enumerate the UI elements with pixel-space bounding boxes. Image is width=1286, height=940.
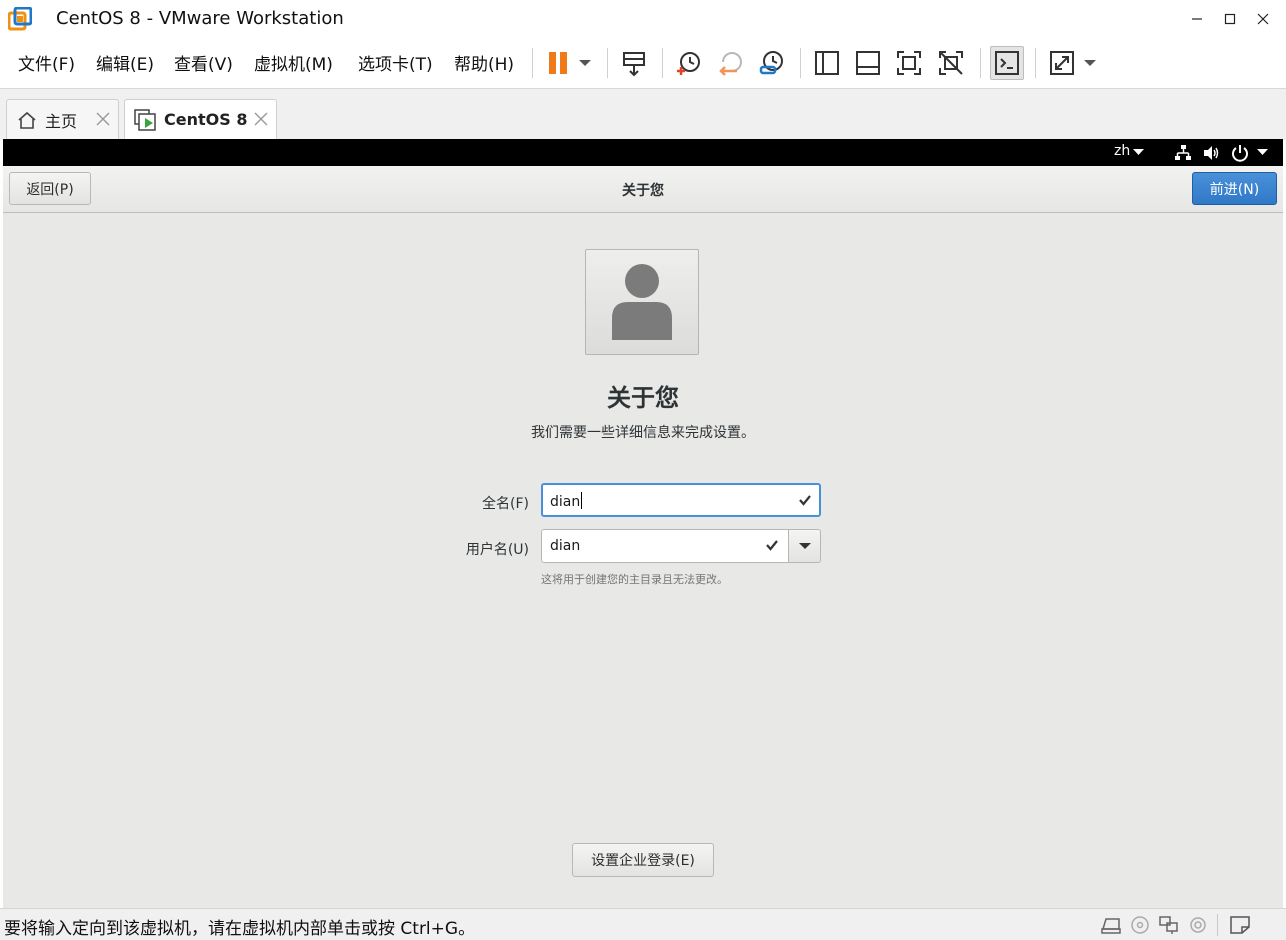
unity-icon (939, 51, 963, 75)
pause-dropdown-button[interactable] (570, 46, 600, 80)
main-toolbar: 文件(F) 编辑(E) 查看(V) 虚拟机(M) 选项卡(T) 帮助(H) (0, 38, 1286, 88)
menu-file[interactable]: 文件(F) (18, 50, 75, 75)
username-dropdown-button[interactable] (788, 529, 821, 563)
send-ctrl-alt-del-icon (623, 52, 645, 77)
checkmark-icon (799, 495, 811, 506)
menu-vm[interactable]: 虚拟机(M) (254, 50, 333, 75)
tab-home[interactable]: 主页 (6, 99, 119, 139)
snapshot-manager-button[interactable] (755, 46, 789, 80)
username-hint: 这将用于创建您的主目录且无法更改。 (541, 573, 728, 586)
status-bar: 要将输入定向到该虚拟机，请在虚拟机内部单击或按 Ctrl+G。 (0, 908, 1286, 940)
username-field[interactable]: dian (541, 529, 789, 563)
gnome-top-bar: zh (3, 139, 1283, 166)
console-view-icon (995, 51, 1019, 75)
close-icon (1257, 13, 1269, 25)
tab-strip: 主页 CentOS 8 (0, 88, 1286, 140)
power-icon[interactable] (1231, 144, 1249, 162)
pause-icon (549, 52, 567, 74)
menu-help[interactable]: 帮助(H) (454, 50, 514, 75)
notes-icon[interactable] (1229, 915, 1251, 935)
unity-button[interactable] (934, 46, 968, 80)
send-ctrl-alt-del-button[interactable] (617, 46, 651, 80)
setup-header-bar: 返回(P) 关于您 前进(N) (3, 166, 1283, 213)
dropdown-arrow-icon (579, 60, 591, 66)
minimize-icon (1192, 18, 1202, 20)
fullname-value: dian (550, 492, 583, 510)
fullname-field[interactable]: dian (541, 483, 821, 517)
snapshot-revert-icon (719, 52, 742, 76)
toolbar-separator (1035, 48, 1036, 78)
toolbar-separator (980, 48, 981, 78)
take-snapshot-button[interactable] (672, 46, 706, 80)
snapshot-manager-icon (759, 51, 783, 75)
network-icon[interactable] (1174, 144, 1192, 162)
sound-card-icon[interactable] (1187, 915, 1209, 935)
page-heading: 关于您 (607, 384, 679, 412)
header-title: 关于您 (622, 183, 664, 199)
status-message: 要将输入定向到该虚拟机，请在虚拟机内部单击或按 Ctrl+G。 (4, 919, 476, 939)
stretch-dropdown-button[interactable] (1076, 46, 1104, 80)
toolbar-separator (532, 48, 533, 78)
toolbar-separator (662, 48, 663, 78)
close-icon[interactable] (252, 110, 270, 128)
revert-snapshot-button[interactable] (714, 46, 748, 80)
volume-icon[interactable] (1202, 144, 1220, 162)
close-window-button[interactable] (1240, 0, 1286, 38)
toolbar-separator (607, 48, 608, 78)
stretch-guest-icon (1050, 51, 1074, 75)
fullscreen-icon (897, 51, 921, 75)
menu-edit[interactable]: 编辑(E) (96, 50, 154, 75)
cd-rom-icon[interactable] (1129, 915, 1151, 935)
username-value: dian (550, 538, 581, 554)
language-indicator[interactable]: zh (1114, 143, 1130, 159)
checkmark-icon (766, 540, 778, 551)
tab-centos[interactable]: CentOS 8 (124, 99, 277, 139)
library-view-button[interactable] (810, 46, 844, 80)
dropdown-arrow-icon (1133, 149, 1144, 155)
fullscreen-button[interactable] (892, 46, 926, 80)
vm-console[interactable]: zh 返回(P) 关于您 前进(N) 关于您 我们需要一些详细信息来完成设置。 … (3, 139, 1283, 908)
hard-disk-icon[interactable] (1100, 915, 1122, 935)
snapshot-take-icon (677, 52, 700, 75)
avatar-button[interactable] (585, 249, 699, 355)
tab-centos-label: CentOS 8 (164, 110, 248, 129)
network-adapter-icon[interactable] (1158, 915, 1180, 935)
dropdown-arrow-icon (1257, 149, 1268, 155)
status-separator (1217, 914, 1218, 936)
dropdown-arrow-icon (1084, 60, 1096, 66)
thumbnail-bar-icon (856, 51, 880, 75)
chevron-down-icon (798, 543, 811, 549)
library-view-icon (815, 51, 839, 75)
home-icon (18, 111, 36, 129)
page-subtitle: 我们需要一些详细信息来完成设置。 (531, 425, 755, 441)
console-view-button[interactable] (990, 46, 1024, 80)
maximize-icon (1224, 13, 1236, 25)
fullname-label: 全名(F) (482, 496, 529, 512)
stretch-guest-button[interactable] (1045, 46, 1079, 80)
tab-home-label: 主页 (45, 111, 78, 131)
username-label: 用户名(U) (465, 542, 529, 558)
window-titlebar: CentOS 8 - VMware Workstation (0, 0, 1286, 38)
user-avatar-icon (612, 264, 672, 340)
menu-tabs[interactable]: 选项卡(T) (358, 50, 433, 75)
vm-running-icon (134, 108, 156, 131)
next-button[interactable]: 前进(N) (1192, 172, 1277, 205)
vmware-logo-icon (8, 7, 32, 31)
close-icon[interactable] (94, 110, 112, 128)
menu-view[interactable]: 查看(V) (174, 50, 233, 75)
enterprise-login-button[interactable]: 设置企业登录(E) (572, 843, 714, 877)
window-title: CentOS 8 - VMware Workstation (56, 8, 344, 29)
toolbar-separator (800, 48, 801, 78)
thumbnail-bar-button[interactable] (851, 46, 885, 80)
text-caret (581, 492, 583, 509)
